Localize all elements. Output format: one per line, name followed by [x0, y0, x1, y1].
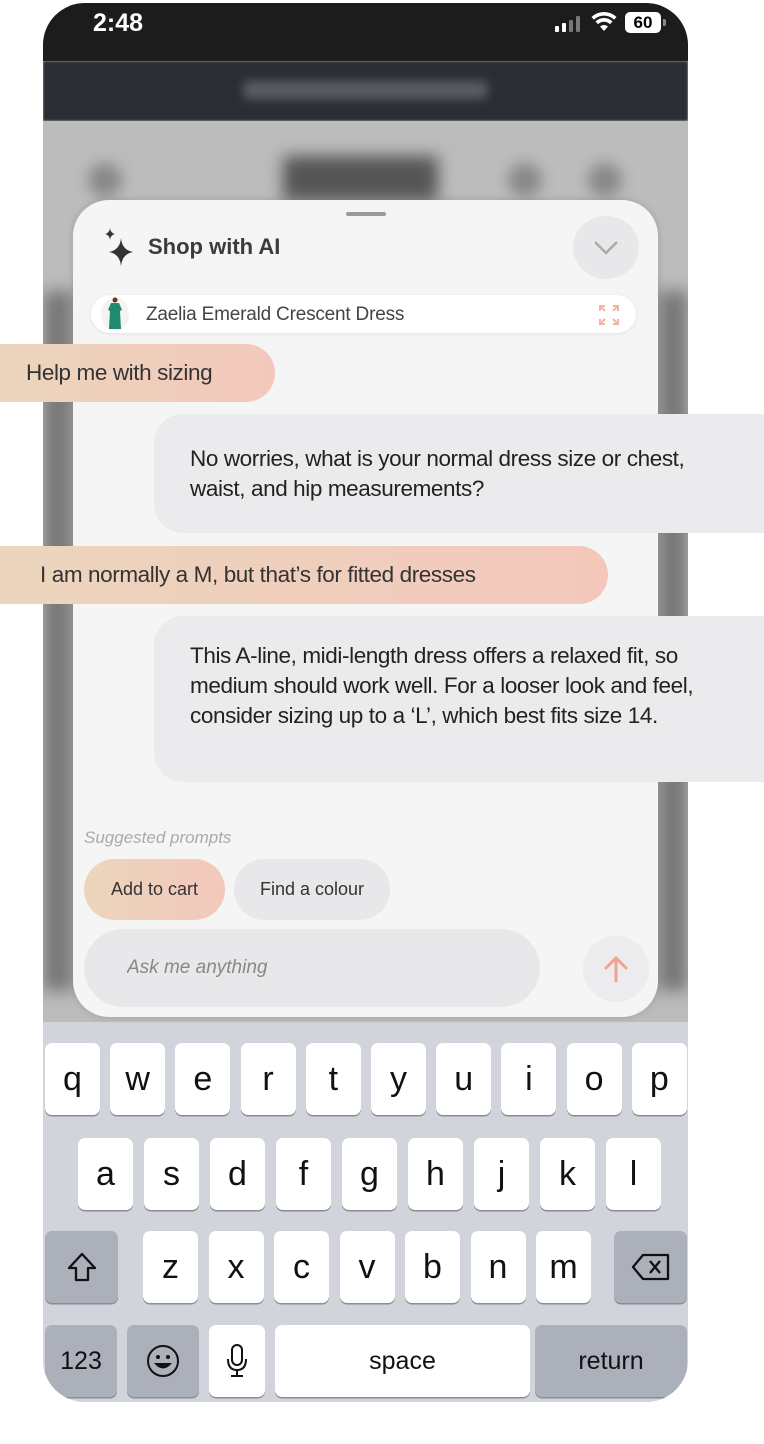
key-u[interactable]: u — [436, 1043, 492, 1115]
user-message: I am normally a M, but that’s for fitted… — [0, 546, 608, 604]
emoji-icon — [147, 1345, 179, 1377]
prompt-find-colour[interactable]: Find a colour — [234, 859, 390, 920]
product-name: Zaelia Emerald Crescent Dress — [146, 304, 405, 325]
emoji-key[interactable] — [127, 1325, 199, 1397]
key-m[interactable]: m — [536, 1231, 591, 1303]
product-context-chip[interactable]: Zaelia Emerald Crescent Dress — [91, 295, 636, 333]
background-banner — [43, 61, 688, 121]
key-y[interactable]: y — [371, 1043, 426, 1115]
expand-icon[interactable] — [598, 304, 620, 326]
key-i[interactable]: i — [501, 1043, 557, 1115]
shop-ai-panel: Shop with AI Zaelia Emerald Crescent Dre… — [73, 200, 658, 1017]
prompt-add-to-cart[interactable]: Add to cart — [84, 859, 225, 920]
chevron-down-icon — [594, 240, 618, 255]
key-l[interactable]: l — [606, 1138, 661, 1210]
status-bar: 2:48 60 — [43, 3, 688, 61]
shift-icon — [67, 1252, 96, 1282]
key-d[interactable]: d — [210, 1138, 265, 1210]
product-thumbnail — [101, 297, 129, 331]
key-c[interactable]: c — [274, 1231, 329, 1303]
collapse-button[interactable] — [573, 216, 639, 279]
assistant-message: This A-line, midi-length dress offers a … — [154, 616, 764, 782]
send-button[interactable] — [583, 936, 649, 1002]
key-w[interactable]: w — [110, 1043, 166, 1115]
key-x[interactable]: x — [208, 1231, 264, 1303]
key-g[interactable]: g — [342, 1138, 397, 1210]
key-o[interactable]: o — [566, 1043, 622, 1115]
key-e[interactable]: e — [175, 1043, 231, 1115]
wifi-icon — [591, 11, 617, 31]
status-time: 2:48 — [93, 9, 144, 37]
key-v[interactable]: v — [339, 1231, 395, 1303]
background-logo — [283, 156, 438, 201]
key-q[interactable]: q — [45, 1043, 100, 1115]
key-r[interactable]: r — [240, 1043, 296, 1115]
shift-key[interactable] — [45, 1231, 118, 1303]
assistant-message: No worries, what is your normal dress si… — [154, 414, 764, 533]
key-a[interactable]: a — [78, 1138, 133, 1210]
suggested-prompts-label: Suggested prompts — [84, 828, 232, 847]
key-n[interactable]: n — [470, 1231, 526, 1303]
key-t[interactable]: t — [305, 1043, 361, 1115]
chat-input[interactable] — [84, 929, 540, 1007]
background-search-icon — [508, 163, 542, 197]
background-cart-icon — [588, 163, 622, 197]
space-key[interactable]: space — [275, 1325, 530, 1397]
user-message: Help me with sizing — [0, 344, 275, 402]
key-k[interactable]: k — [540, 1138, 595, 1210]
numbers-key[interactable]: 123 — [45, 1325, 117, 1397]
drag-handle[interactable] — [346, 212, 386, 216]
background-menu-icon — [88, 163, 122, 197]
battery-icon: 60 — [625, 12, 666, 33]
keyboard: q w e r t y u i o p a s d f g h j k l z x c v b n m 123 space return — [43, 1022, 688, 1402]
key-z[interactable]: z — [143, 1231, 198, 1303]
key-p[interactable]: p — [631, 1043, 687, 1115]
arrow-up-icon — [604, 955, 628, 983]
cellular-signal-icon — [555, 16, 580, 32]
panel-title: Shop with AI — [148, 234, 281, 259]
delete-key[interactable] — [614, 1231, 687, 1303]
key-j[interactable]: j — [474, 1138, 529, 1210]
dictation-key[interactable] — [209, 1325, 265, 1397]
backspace-icon — [631, 1253, 669, 1281]
microphone-icon — [227, 1344, 247, 1377]
return-key[interactable]: return — [535, 1325, 687, 1397]
key-b[interactable]: b — [405, 1231, 460, 1303]
key-s[interactable]: s — [144, 1138, 199, 1210]
key-h[interactable]: h — [408, 1138, 463, 1210]
key-f[interactable]: f — [276, 1138, 331, 1210]
sparkle-icon — [105, 228, 133, 266]
